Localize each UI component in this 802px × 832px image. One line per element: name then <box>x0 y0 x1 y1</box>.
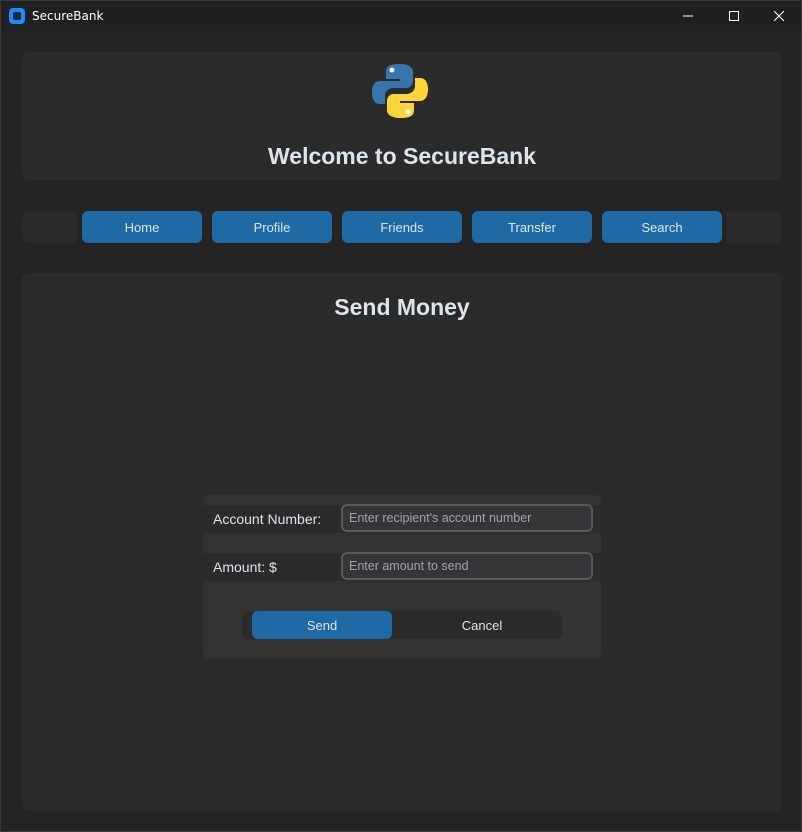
securebank-app-icon <box>9 8 25 24</box>
welcome-title: Welcome to SecureBank <box>267 143 536 169</box>
python-logo-icon <box>372 64 428 118</box>
close-button[interactable] <box>756 1 802 31</box>
cancel-button[interactable]: Cancel <box>412 611 552 639</box>
send-money-panel: Send Money Account Number: Amount: $ Sen… <box>22 273 782 811</box>
app-window: SecureBank Welcome to SecureBank Home Pr… <box>0 0 802 832</box>
account-number-label: Account Number: <box>213 511 322 527</box>
title-bar[interactable]: SecureBank <box>1 1 801 31</box>
form-actions: Send Cancel <box>242 611 562 639</box>
maximize-button[interactable] <box>711 1 757 31</box>
nav-friends-button[interactable]: Friends <box>342 211 462 243</box>
nav-profile-button[interactable]: Profile <box>212 211 332 243</box>
header-panel: Welcome to SecureBank <box>22 52 782 180</box>
window-title: SecureBank <box>32 9 104 23</box>
amount-label: Amount: $ <box>213 559 277 575</box>
nav-search-button[interactable]: Search <box>602 211 722 243</box>
amount-input[interactable] <box>341 552 593 580</box>
account-number-row: Account Number: <box>203 504 601 533</box>
send-button[interactable]: Send <box>252 611 392 639</box>
close-icon <box>774 11 784 21</box>
maximize-icon <box>729 11 739 21</box>
minimize-icon <box>683 15 693 17</box>
nav-home-button[interactable]: Home <box>82 211 202 243</box>
nav-bar: Home Profile Friends Transfer Search <box>22 211 782 243</box>
nav-transfer-button[interactable]: Transfer <box>472 211 592 243</box>
page-title: Send Money <box>334 294 470 320</box>
transfer-form: Account Number: Amount: $ Send Cancel <box>203 495 601 659</box>
minimize-button[interactable] <box>665 1 711 31</box>
amount-row: Amount: $ <box>203 552 601 581</box>
account-number-input[interactable] <box>341 504 593 532</box>
